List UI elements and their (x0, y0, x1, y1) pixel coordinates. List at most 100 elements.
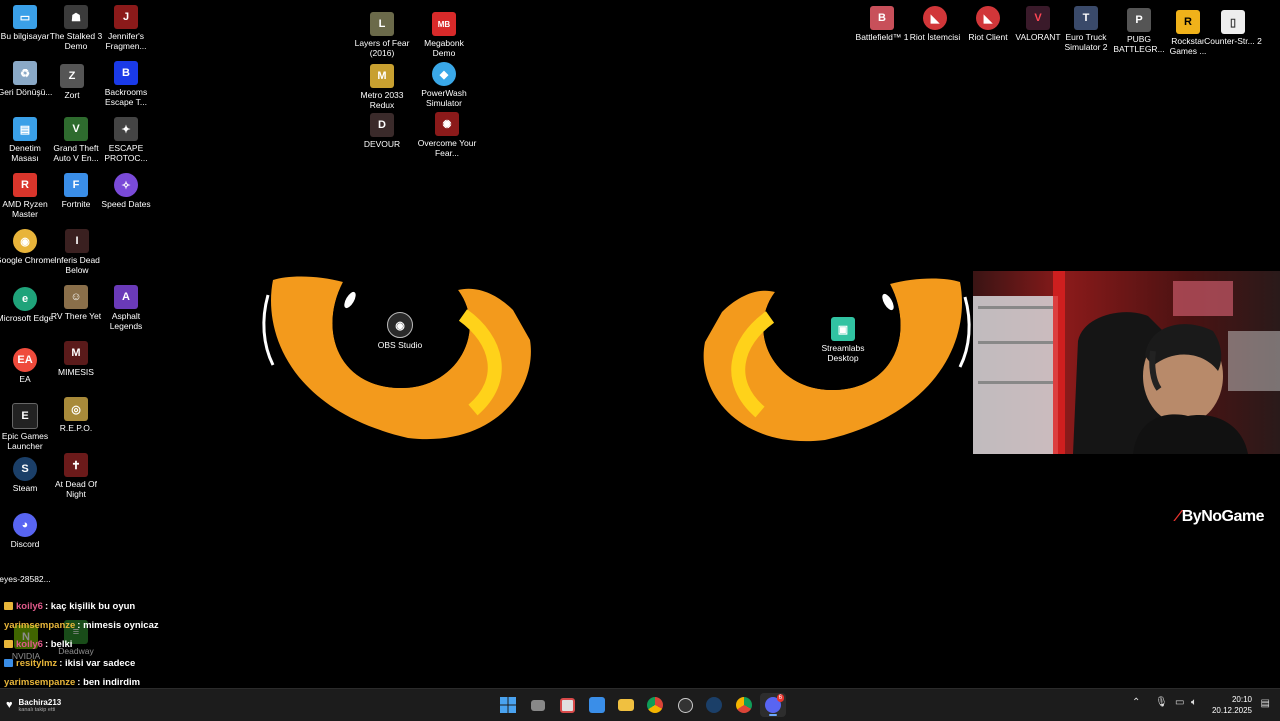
desktop-icon-discord[interactable]: ◕ Discord (0, 513, 55, 549)
subscriber-badge-icon (4, 659, 13, 668)
desktop-icon-at-dead-of-night[interactable]: ✝ At Dead Of Night (46, 453, 106, 499)
volume-icon[interactable]: 🔈︎ (1191, 697, 1197, 708)
desktop-icon-riot-istemcisi[interactable]: ◣ Riot İstemcisi (905, 6, 965, 42)
obs-button[interactable] (672, 693, 698, 717)
desktop-icon-backrooms[interactable]: B Backrooms Escape T... (96, 61, 156, 107)
desktop-icon-inferis[interactable]: I Inferis Dead Below (47, 229, 107, 275)
desktop-icon-overcome-your-fear[interactable]: ✺ Overcome Your Fear... (417, 112, 477, 158)
icon-label: eyes-28582... (0, 574, 51, 584)
task-view-button[interactable] (525, 693, 551, 717)
backrooms-icon: B (114, 61, 138, 85)
snipping-tool-button[interactable] (554, 693, 580, 717)
inferis-icon: I (65, 229, 89, 253)
steam-icon: S (13, 457, 37, 481)
snipping-tool-icon (559, 697, 575, 713)
powerwash-icon: ◆ (432, 62, 456, 86)
control-panel-icon: ▤ (13, 117, 37, 141)
layers-of-fear-icon: L (370, 12, 394, 36)
chat-username: resitylmz (16, 658, 58, 669)
desktop: ▭ Bu bilgisayar ♻ Geri Dönüşü... ▤ Denetim … (0, 0, 1280, 688)
chat-username: koily6 (16, 601, 43, 612)
icon-label: Euro Truck Simulator 2 (1064, 32, 1108, 52)
network-icon[interactable]: ▭ (1175, 697, 1184, 708)
desktop-icon-escape-protocol[interactable]: ✦ ESCAPE PROTOC... (96, 117, 156, 163)
widget-title: Bachira213 (18, 697, 62, 707)
repo-icon: ◎ (64, 397, 88, 421)
desktop-icon-asphalt-legends[interactable]: A Asphalt Legends (96, 285, 156, 331)
widget-text: Bachira213 kanalı takip etti (19, 698, 62, 713)
overcome-icon: ✺ (435, 112, 459, 136)
chat-message: koily6: kaç kişilik bu oyun (4, 600, 204, 619)
chrome-icon (736, 697, 752, 713)
euro-truck-icon: T (1074, 6, 1098, 30)
gta-icon: V (64, 117, 88, 141)
task-view-icon (531, 699, 545, 711)
chat-text: : ben indirdim (77, 677, 141, 688)
desktop-icon-megabonk[interactable]: MB Megabonk Demo (414, 12, 474, 58)
desktop-icon-obs-studio[interactable]: ◉ OBS Studio (370, 312, 430, 350)
icon-label: Zort (64, 90, 80, 100)
pubg-icon: P (1127, 8, 1151, 32)
follow-alert-widget[interactable]: ♥ Bachira213 kanalı takip etti (6, 693, 61, 717)
steam-button[interactable] (701, 693, 727, 717)
desktop-icon-battlefield-1[interactable]: B Battlefield™ 1 (852, 6, 912, 42)
chrome-2-button[interactable] (731, 693, 757, 717)
desktop-icon-eyes-image[interactable]: eyes-28582... (0, 560, 55, 584)
discord-button[interactable]: 6 (760, 693, 786, 717)
chat-text: : ikisi var sadece (59, 658, 136, 669)
webcam-overlay (973, 271, 1280, 454)
desktop-icon-zort[interactable]: Z Zort (42, 64, 102, 100)
chat-text: : kaç kişilik bu oyun (44, 601, 136, 612)
chat-text: : belki (44, 639, 73, 650)
desktop-icon-powerwash[interactable]: ◆ PowerWash Simulator (414, 62, 474, 108)
notification-icon[interactable]: ▤ (1261, 698, 1270, 709)
icon-label: Overcome Your Fear... (417, 138, 477, 158)
icon-label: Discord (10, 539, 40, 549)
photos-button[interactable] (584, 693, 610, 717)
ea-icon: EA (13, 348, 37, 372)
chrome-button[interactable] (642, 693, 668, 717)
icon-label: Epic Games Launcher (1, 431, 49, 451)
chat-text: : mimesis oynicaz (77, 620, 159, 631)
desktop-icon-layers-of-fear[interactable]: L Layers of Fear (2016) (352, 12, 412, 58)
brand-logo: ∕ ByNoGame (1177, 508, 1265, 526)
devour-icon: D (370, 113, 394, 137)
icon-label: Megabonk Demo (424, 38, 464, 58)
icon-label: Streamlabs Desktop (821, 343, 865, 363)
subscriber-badge-icon (4, 602, 13, 611)
desktop-icon-euro-truck[interactable]: T Euro Truck Simulator 2 (1056, 6, 1116, 52)
chrome-icon (647, 697, 663, 713)
microphone-icon[interactable]: 🎙︎ (1155, 697, 1168, 708)
icon-label: PowerWash Simulator (421, 88, 467, 108)
icon-label: Battlefield™ 1 (855, 32, 909, 42)
desktop-icon-streamlabs[interactable]: ▣ Streamlabs Desktop (813, 317, 873, 363)
riot-client-icon: ◣ (923, 6, 947, 30)
clock[interactable]: 20:10 20.12.2025 (1212, 694, 1252, 716)
fortnite-icon: F (64, 173, 88, 197)
chat-username: yarimsempanze (4, 620, 76, 631)
desktop-icon-repo[interactable]: ◎ R.E.P.O. (46, 397, 106, 433)
icon-label: OBS Studio (377, 340, 423, 350)
desktop-icon-jennifers-fragment[interactable]: J Jennifer's Fragmen... (96, 5, 156, 51)
icon-label: Speed Dates (101, 199, 151, 209)
desktop-icon-speed-dates[interactable]: ✧ Speed Dates (96, 173, 156, 209)
speed-dates-icon: ✧ (114, 173, 138, 197)
desktop-icon-metro-2033[interactable]: M Metro 2033 Redux (352, 64, 412, 110)
jennifer-icon: J (114, 5, 138, 29)
discord-notification-badge: 6 (776, 694, 784, 702)
metro-icon: M (370, 64, 394, 88)
start-button[interactable] (495, 693, 521, 717)
desktop-icon-mimesis[interactable]: M MIMESIS (46, 341, 106, 377)
chat-username: yarimsempanze (4, 677, 76, 688)
chevron-up-icon[interactable]: ⌃ (1132, 697, 1140, 708)
file-explorer-button[interactable] (613, 693, 639, 717)
windows-logo-icon (500, 697, 516, 713)
icon-label: Counter-Str... 2 (1204, 36, 1262, 46)
folder-icon (618, 699, 634, 711)
rv-icon: ☺ (64, 285, 88, 309)
desktop-icon-counter-strike-2[interactable]: ▯ Counter-Str... 2 (1203, 10, 1263, 46)
monitor-icon: ▭ (13, 5, 37, 29)
widget-subtitle: kanalı takip etti (18, 706, 56, 713)
clock-date: 20.12.2025 (1211, 706, 1252, 715)
desktop-icon-devour[interactable]: D DEVOUR (352, 113, 412, 149)
